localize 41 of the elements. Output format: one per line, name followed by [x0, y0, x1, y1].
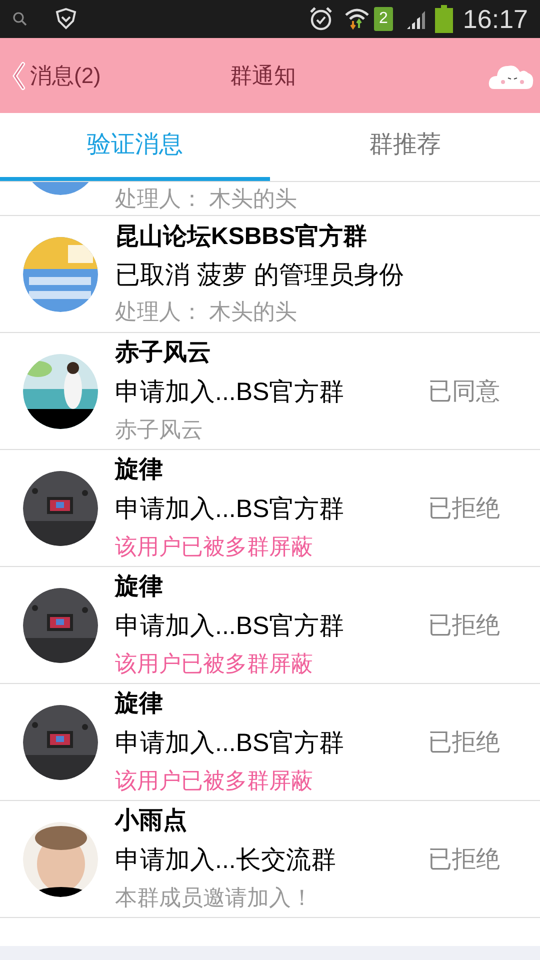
- request-status: 已同意: [428, 377, 500, 407]
- sender-name: 旋律: [115, 455, 164, 485]
- request-status: 已拒绝: [428, 611, 500, 641]
- search-icon: [12, 11, 28, 27]
- notification-row[interactable]: 昆山论坛KSBBS官方群 已取消 菠萝 的管理员身份 处理人： 木头的头: [0, 216, 540, 333]
- sender-name: 昆山论坛KSBBS官方群: [115, 222, 368, 252]
- wifi-icon: [344, 6, 370, 32]
- notification-row[interactable]: 旋律 申请加入...BS官方群 已拒绝 该用户已被多群屏蔽: [0, 684, 540, 801]
- request-note: 本群成员邀请加入！: [115, 884, 314, 912]
- notification-row[interactable]: 赤子风云 申请加入...BS官方群 已同意 赤子风云: [0, 333, 540, 450]
- request-status: 已拒绝: [428, 728, 500, 758]
- request-note: 该用户已被多群屏蔽: [115, 767, 314, 795]
- sender-name: 赤子风云: [115, 338, 212, 368]
- notification-row[interactable]: 小雨点 申请加入...长交流群 已拒绝 本群成员邀请加入！: [0, 801, 540, 918]
- notification-row[interactable]: 旋律 申请加入...BS官方群 已拒绝 该用户已被多群屏蔽: [0, 567, 540, 684]
- request-message: 已取消 菠萝 的管理员身份: [115, 260, 404, 291]
- back-icon: [12, 60, 26, 90]
- sender-name: 旋律: [115, 572, 164, 602]
- sim-badge: 2: [374, 7, 393, 31]
- sender-name: 旋律: [115, 689, 164, 719]
- request-note: 处理人： 木头的头: [115, 298, 298, 326]
- request-message: 申请加入...BS官方群: [115, 377, 344, 408]
- tab[interactable]: 群推荐: [270, 113, 540, 181]
- clock-time: 16:17: [462, 2, 528, 36]
- back-button[interactable]: 消息(2): [0, 59, 101, 92]
- request-note: 赤子风云: [115, 416, 204, 444]
- request-message: 申请加入...BS官方群: [115, 494, 344, 525]
- battery-icon: [434, 5, 453, 33]
- request-status: 已拒绝: [428, 845, 500, 875]
- sender-name: 小雨点: [115, 806, 188, 836]
- request-message: 申请加入...BS官方群: [115, 728, 344, 759]
- request-note: 该用户已被多群屏蔽: [115, 533, 314, 561]
- request-status: 已拒绝: [428, 494, 500, 524]
- page-title: 群通知: [230, 62, 296, 90]
- request-message: 申请加入...BS官方群: [115, 611, 344, 642]
- request-note: 该用户已被多群屏蔽: [115, 650, 314, 678]
- notification-row[interactable]: 旋律 申请加入...BS官方群 已拒绝 该用户已被多群屏蔽: [0, 450, 540, 567]
- shield-icon: [54, 7, 78, 31]
- alarm-icon: [308, 6, 334, 32]
- handler-note: 处理人： 木头的头: [115, 185, 298, 213]
- request-message: 申请加入...长交流群: [115, 845, 336, 876]
